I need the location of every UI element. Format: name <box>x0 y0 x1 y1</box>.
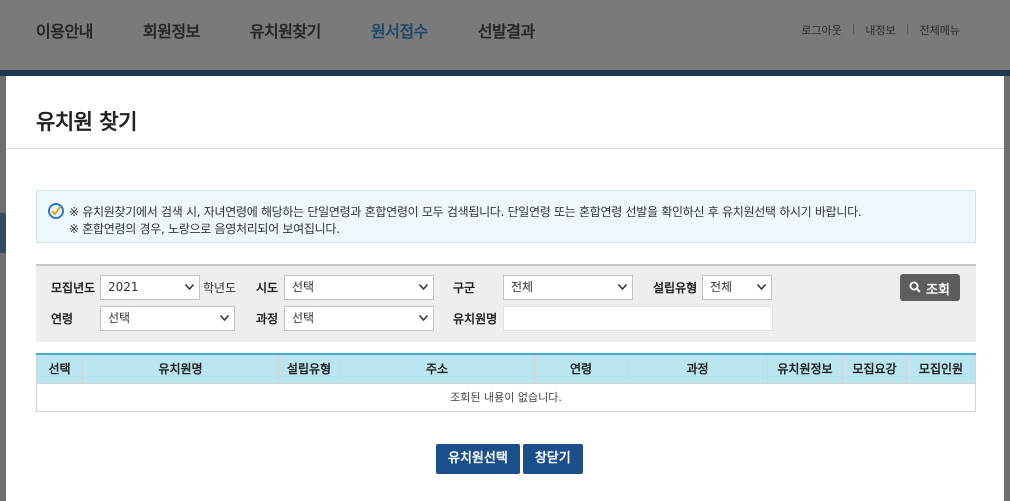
menu-item-find[interactable]: 유치원찾기 <box>250 18 322 42</box>
col-address: 주소 <box>339 353 535 384</box>
modal-title: 유치원 찾기 <box>36 110 137 134</box>
course-select[interactable]: 선택 <box>284 306 434 331</box>
menu-item-apply[interactable]: 원서접수 <box>371 18 428 42</box>
action-buttons: 유치원선택 창닫기 <box>436 444 583 474</box>
main-menu: 이용안내 회원정보 유치원찾기 원서접수 선발결과 <box>36 18 585 42</box>
col-type: 설립유형 <box>278 353 340 384</box>
search-button-label: 조회 <box>926 283 950 298</box>
kindergarten-name-input[interactable] <box>503 306 773 331</box>
table-header-row: 선택 유치원명 설립유형 주소 연령 과정 유치원정보 모집요강 모집인원 <box>36 353 976 384</box>
table-row: 조회된 내용이 없습니다. <box>36 382 976 412</box>
chevron-down-icon <box>419 284 428 292</box>
col-info: 유치원정보 <box>767 353 843 384</box>
gugun-label: 구군 <box>453 281 476 295</box>
sido-label: 시도 <box>256 281 279 295</box>
year-select[interactable]: 2021 <box>100 275 200 300</box>
col-course: 과정 <box>627 353 768 384</box>
name-label: 유치원명 <box>453 312 498 326</box>
chevron-down-icon <box>757 284 766 292</box>
search-button[interactable]: 조회 <box>900 274 960 301</box>
notice-line-2: ※ 혼합연령의 경우, 노랑으로 음영처리되어 보여집니다. <box>69 222 340 236</box>
col-guideline: 모집요강 <box>842 353 907 384</box>
find-kindergarten-modal: 유치원 찾기 ※ 유치원찾기에서 검색 시, 자녀연령에 해당하는 단일연령과 … <box>6 76 1004 501</box>
chevron-down-icon <box>220 315 229 323</box>
search-panel: 모집년도 2021 학년도 시도 선택 구군 전체 설립유형 전체 조회 연령 <box>36 264 976 342</box>
age-select[interactable]: 선택 <box>100 306 235 331</box>
course-label: 과정 <box>256 312 279 326</box>
chevron-down-icon <box>185 284 194 292</box>
all-menu-link[interactable]: 전체메뉴 <box>920 22 960 38</box>
myinfo-link[interactable]: 내정보 <box>865 22 895 38</box>
menu-item-guide[interactable]: 이용안내 <box>36 18 93 42</box>
search-icon <box>909 281 921 297</box>
notice-line-1: ※ 유치원찾기에서 검색 시, 자녀연령에 해당하는 단일연령과 혼합연령이 모… <box>69 205 862 219</box>
select-kindergarten-button[interactable]: 유치원선택 <box>436 444 520 474</box>
year-label: 모집년도 <box>51 281 96 295</box>
chevron-down-icon <box>618 284 627 292</box>
gugun-select[interactable]: 전체 <box>503 275 633 300</box>
sido-select[interactable]: 선택 <box>284 275 434 300</box>
empty-message: 조회된 내용이 없습니다. <box>36 382 976 412</box>
close-window-button[interactable]: 창닫기 <box>522 444 583 474</box>
logout-link[interactable]: 로그아웃 <box>801 22 841 38</box>
chevron-down-icon <box>419 315 428 323</box>
menu-item-result[interactable]: 선발결과 <box>478 18 535 42</box>
result-table: 선택 유치원명 설립유형 주소 연령 과정 유치원정보 모집요강 모집인원 조회… <box>36 353 976 412</box>
menu-item-member[interactable]: 회원정보 <box>143 18 200 42</box>
col-name: 유치원명 <box>82 353 279 384</box>
divider: | <box>905 22 910 35</box>
col-select: 선택 <box>36 353 83 384</box>
col-capacity: 모집인원 <box>906 353 976 384</box>
type-label: 설립유형 <box>653 281 698 295</box>
age-label: 연령 <box>51 312 74 326</box>
year-suffix: 학년도 <box>203 281 237 295</box>
col-age: 연령 <box>534 353 628 384</box>
modal-header: 유치원 찾기 <box>6 76 1004 149</box>
top-navigation: 이용안내 회원정보 유치원찾기 원서접수 선발결과 로그아웃 | 내정보 | 전… <box>0 0 1010 70</box>
utility-links: 로그아웃 | 내정보 | 전체메뉴 <box>801 22 960 38</box>
type-select[interactable]: 전체 <box>702 275 772 300</box>
divider: | <box>851 22 856 35</box>
notice-box: ※ 유치원찾기에서 검색 시, 자녀연령에 해당하는 단일연령과 혼합연령이 모… <box>36 190 976 243</box>
check-circle-icon <box>48 203 64 219</box>
